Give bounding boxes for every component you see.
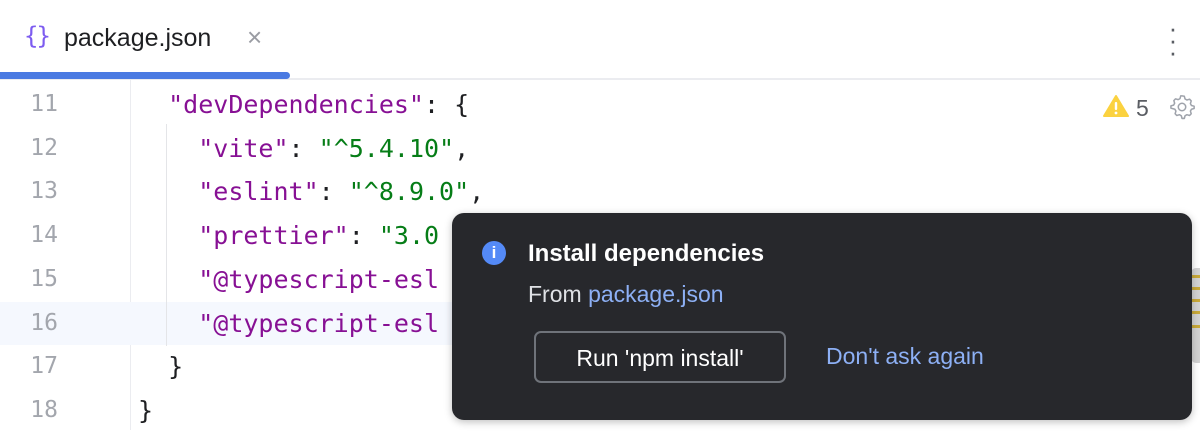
gear-icon[interactable]	[1168, 93, 1196, 121]
close-icon[interactable]: ×	[247, 22, 262, 53]
warning-marker[interactable]	[1191, 287, 1200, 290]
json-braces-icon: {}	[24, 22, 51, 50]
warning-count[interactable]: 5	[1136, 95, 1149, 122]
code-line[interactable]: 12 "vite": "^5.4.10",	[0, 127, 1200, 170]
run-npm-install-button[interactable]: Run 'npm install'	[534, 331, 786, 383]
json-value: "^8.9.0"	[348, 177, 470, 207]
line-number: 13	[30, 178, 58, 205]
editor-tab-bar: {} package.json × · · ·	[0, 0, 1200, 80]
code-text: }	[138, 395, 154, 425]
tab-label: package.json	[64, 24, 212, 52]
tab-package-json[interactable]: {} package.json ×	[0, 0, 290, 79]
code-text: "prettier": "3.0	[198, 221, 440, 251]
json-key: "prettier"	[198, 221, 349, 251]
code-text: "eslint": "^8.9.0",	[198, 177, 485, 207]
more-options-icon[interactable]: · · ·	[1165, 15, 1181, 65]
json-key: "devDependencies"	[168, 90, 424, 119]
line-number: 14	[30, 222, 58, 249]
code-line[interactable]: 11 "devDependencies": {	[0, 83, 1200, 126]
scrollbar-thumb[interactable]	[1191, 268, 1200, 363]
json-value: "^5.4.10"	[318, 133, 455, 163]
json-key: "@typescript-esl	[198, 308, 440, 338]
json-key: "eslint"	[198, 177, 319, 207]
line-number: 11	[30, 91, 58, 117]
install-dependencies-notification: i Install dependencies From package.json…	[452, 213, 1192, 420]
info-icon: i	[482, 241, 506, 265]
warning-marker[interactable]	[1191, 299, 1200, 302]
from-label: From	[528, 281, 589, 307]
notification-subtitle: From package.json	[528, 281, 724, 308]
code-text: "@typescript-esl	[138, 309, 439, 338]
line-number: 18	[30, 396, 58, 423]
json-key: "vite"	[198, 133, 289, 163]
line-number: 12	[30, 134, 58, 161]
json-value: "3.0	[378, 221, 440, 251]
active-tab-indicator	[0, 72, 290, 79]
code-text: "devDependencies": {	[168, 90, 470, 119]
package-json-link[interactable]: package.json	[588, 281, 724, 307]
code-text: "vite": "^5.4.10",	[198, 133, 470, 163]
warning-marker[interactable]	[1191, 275, 1200, 278]
code-line[interactable]: 13 "eslint": "^8.9.0",	[0, 170, 1200, 213]
warning-marker[interactable]	[1191, 325, 1200, 328]
line-number: 17	[30, 353, 58, 380]
warning-marker[interactable]	[1191, 311, 1200, 314]
warning-icon[interactable]	[1103, 94, 1129, 118]
line-number: 16	[30, 309, 58, 336]
line-number: 15	[30, 265, 58, 292]
json-key: "@typescript-esl	[198, 264, 440, 294]
notification-title: Install dependencies	[528, 240, 765, 267]
code-text: }	[168, 352, 184, 382]
indent-guide	[166, 124, 167, 346]
dont-ask-again-link[interactable]: Don't ask again	[826, 343, 984, 370]
code-text: "@typescript-esl	[138, 265, 439, 294]
